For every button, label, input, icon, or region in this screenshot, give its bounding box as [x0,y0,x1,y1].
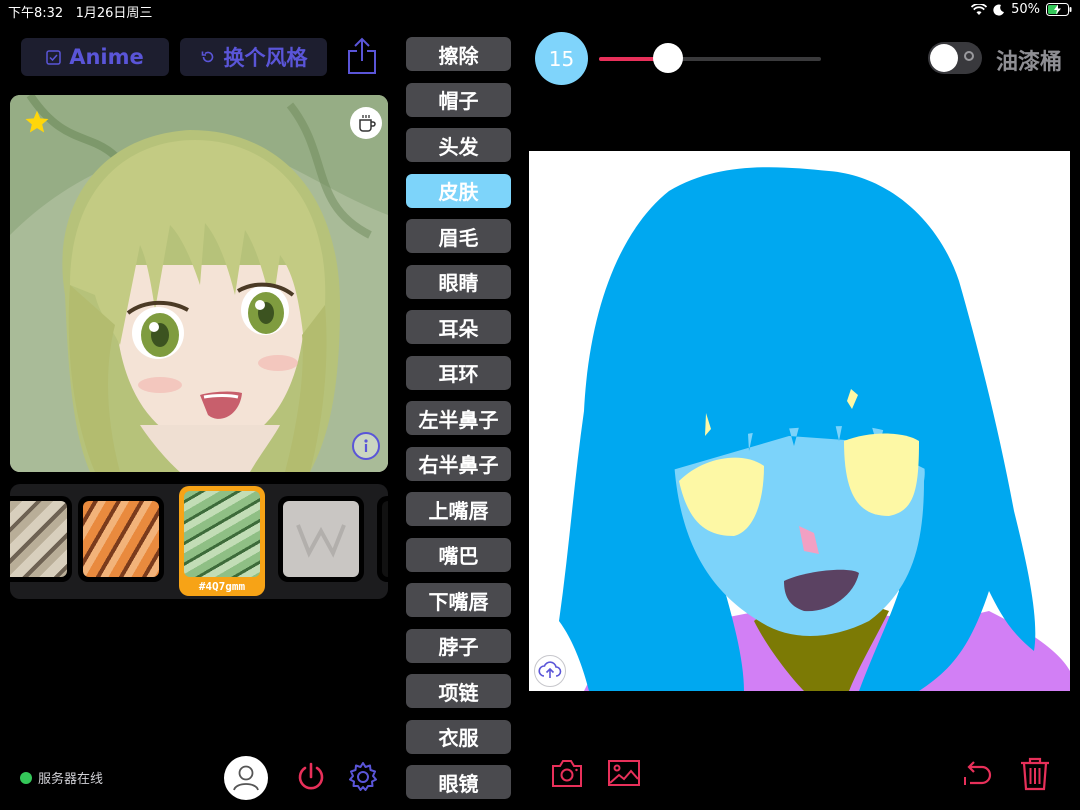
online-dot [20,771,32,784]
category-button[interactable]: 嘴巴 [406,537,511,572]
server-status: 服务器在线 [20,768,103,787]
category-button[interactable]: 眼镜 [406,765,511,799]
category-button[interactable]: 耳朵 [406,310,511,344]
info-button[interactable] [352,432,380,460]
camera-icon[interactable] [551,758,583,788]
generated-image [10,95,388,472]
slider-thumb[interactable] [652,43,683,73]
thumbnail-image [184,491,260,577]
thumbnail-label: #4Q7gmm [198,580,246,593]
change-style-label: 换个风格 [223,46,308,70]
segmentation-mask-drawing [559,167,1070,691]
style-thumbnail[interactable] [377,496,388,582]
style-button-label: Anime [69,45,144,69]
style-button[interactable]: Anime [21,38,169,76]
category-button[interactable]: 左半鼻子 [406,401,511,435]
status-time: 下午8:32 [8,6,64,21]
trash-icon[interactable] [1018,756,1052,792]
category-button-active[interactable]: 皮肤 [406,173,511,208]
brush-size-slider[interactable] [599,57,821,61]
battery-percent: 50% [1011,2,1040,17]
category-button[interactable]: 眉毛 [406,219,511,253]
coffee-cup-icon [359,115,376,132]
style-thumbnail[interactable] [78,496,164,582]
style-thumbnail[interactable] [10,496,72,582]
undo-icon[interactable] [960,757,994,791]
photo-library-icon[interactable] [607,758,641,788]
status-bar-left: 下午8:32 1月26日周三 [8,2,152,21]
segmentation-canvas[interactable] [529,151,1070,691]
status-bar-right: 50% [971,2,1072,17]
category-button[interactable]: 下嘴唇 [406,583,511,617]
style-thumbnail-strip[interactable]: #4Q7gmm [10,484,388,599]
server-status-label: 服务器在线 [38,772,104,787]
wifi-icon [971,3,988,15]
user-icon [233,765,259,791]
change-style-button[interactable]: 换个风格 [180,38,327,76]
checkbox-icon [46,49,61,65]
paint-bucket-label: 油漆桶 [996,50,1063,75]
thumbnail-image [10,501,67,577]
coffee-button[interactable] [350,107,382,139]
user-button[interactable] [224,756,268,800]
placeholder-mark [296,524,346,558]
paint-bucket-toggle[interactable] [928,42,982,74]
category-button[interactable]: 眼睛 [406,264,511,299]
battery-charging-icon [1046,3,1072,16]
settings-gear-icon[interactable] [346,760,380,794]
status-date: 1月26日周三 [75,6,153,21]
toggle-knob [930,44,958,72]
moon-icon [993,4,1005,16]
category-button[interactable]: 衣服 [406,719,511,754]
category-button[interactable]: 上嘴唇 [406,492,511,526]
category-button[interactable]: 擦除 [406,37,511,71]
toggle-off-indicator [964,51,974,61]
share-icon[interactable] [346,37,378,75]
upload-button[interactable] [534,655,566,687]
style-thumbnail[interactable] [278,496,364,582]
anime-portrait-illustration [10,95,388,472]
category-button[interactable]: 帽子 [406,82,511,117]
refresh-icon [201,51,213,63]
brush-size-indicator: 15 [535,32,588,85]
category-button[interactable]: 头发 [406,128,511,162]
power-icon[interactable] [294,760,328,794]
thumbnail-image [83,501,159,577]
style-thumbnail-selected[interactable]: #4Q7gmm [179,486,265,596]
category-button[interactable]: 耳环 [406,355,511,390]
brush-size-value: 15 [548,46,575,71]
category-button[interactable]: 脖子 [406,628,511,663]
category-button[interactable]: 右半鼻子 [406,446,511,481]
category-button[interactable]: 项链 [406,674,511,708]
cloud-upload-icon [538,661,562,678]
star-icon[interactable] [24,109,50,135]
thumbnail-image [382,501,388,577]
thumbnail-image [283,501,359,577]
info-icon [364,439,368,452]
